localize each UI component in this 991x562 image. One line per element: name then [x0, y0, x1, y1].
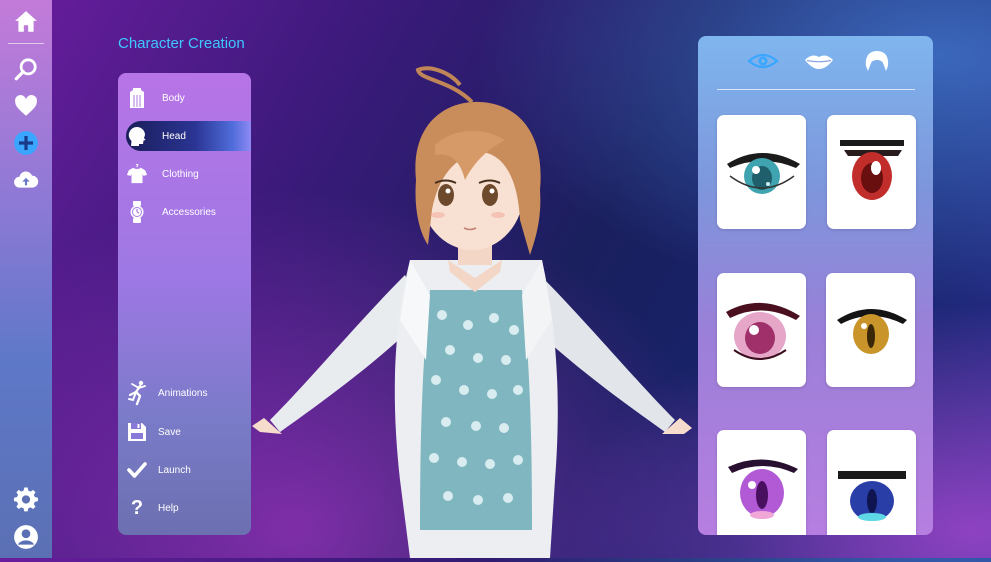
gear-icon[interactable] [12, 486, 40, 514]
action-animations[interactable]: Animations [126, 378, 251, 408]
eye-option-card[interactable] [717, 115, 806, 229]
eye-option-card[interactable] [827, 430, 916, 535]
action-label: Launch [158, 464, 191, 476]
icon-rail [0, 0, 52, 558]
eye-option-card[interactable] [826, 273, 915, 387]
add-icon[interactable] [12, 129, 40, 157]
eye-option-amber [836, 309, 907, 354]
eye-option-blue [837, 471, 906, 521]
heart-icon[interactable] [12, 92, 40, 120]
feature-selector-panel [698, 36, 933, 535]
category-item-head[interactable]: Head [126, 121, 251, 151]
action-launch[interactable]: Launch [126, 455, 251, 485]
shirt-body-icon [126, 87, 148, 109]
eye-option-red [839, 140, 904, 200]
home-icon[interactable] [12, 8, 40, 36]
user-icon[interactable] [12, 523, 40, 551]
tab-hair[interactable] [860, 48, 894, 74]
cloud-upload-icon[interactable] [12, 166, 40, 194]
eye-option-card[interactable] [717, 273, 806, 387]
question-icon: ? [130, 496, 144, 519]
category-label: Head [162, 130, 186, 142]
tab-divider [717, 89, 915, 90]
page-title: Character Creation [118, 35, 245, 52]
tshirt-icon [126, 163, 148, 185]
category-label: Body [162, 92, 185, 104]
feature-tabs [698, 48, 933, 74]
action-label: Help [158, 502, 179, 514]
eye-option-teal [726, 153, 800, 194]
category-item-accessories[interactable]: Accessories [126, 197, 251, 227]
watch-icon [126, 201, 148, 223]
character-preview[interactable] [250, 60, 700, 558]
tab-mouth[interactable] [802, 48, 836, 74]
action-save[interactable]: Save [126, 417, 251, 447]
action-help[interactable]: ? Help [126, 493, 251, 523]
hair-icon [865, 51, 889, 71]
category-item-clothing[interactable]: Clothing [126, 159, 251, 189]
action-label: Save [158, 426, 181, 438]
head-icon [126, 125, 148, 147]
eye-option-card[interactable] [717, 430, 806, 535]
check-icon [126, 459, 148, 481]
category-panel: Body Head Clothing Accessories Animation… [118, 73, 251, 535]
tab-eyes[interactable] [746, 48, 780, 74]
action-label: Animations [158, 387, 208, 399]
lips-icon [805, 55, 833, 69]
category-label: Clothing [162, 168, 199, 180]
category-label: Accessories [162, 206, 216, 218]
rail-divider [8, 43, 44, 44]
eye-option-card[interactable] [827, 115, 916, 229]
dance-icon [126, 380, 148, 406]
search-icon[interactable] [12, 55, 40, 83]
category-item-body[interactable]: Body [126, 83, 251, 113]
eye-option-pink [725, 302, 800, 360]
eye-icon [747, 53, 779, 69]
eye-option-violet [727, 459, 798, 519]
floppy-icon [126, 421, 148, 443]
